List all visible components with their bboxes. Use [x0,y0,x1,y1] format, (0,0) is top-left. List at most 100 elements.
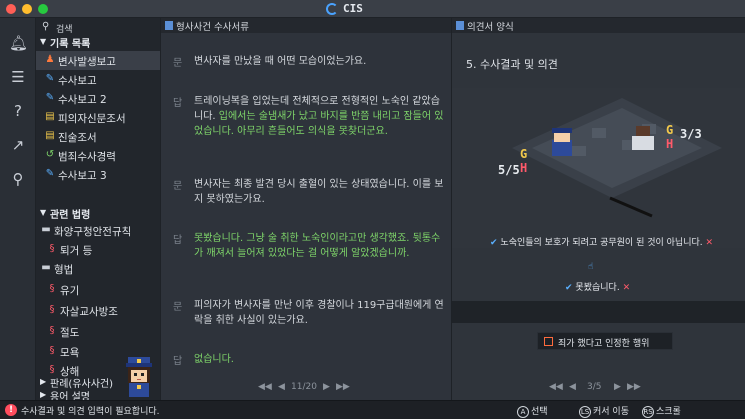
qa-text: 변사자는 최종 발견 당시 출혈이 있는 상태였습니다. 이를 보지 못하였는가… [194,179,444,205]
folder-icon: ▬ [41,262,51,273]
help-icon[interactable]: ? [9,102,27,120]
document-icon: ▤ [45,111,55,122]
hand-cursor-icon: ☝ [588,262,594,272]
stick-key-icon: LS [579,405,591,418]
search-icon: ⚲ [42,21,50,32]
nav-item-law[interactable]: § 유기 [36,280,160,299]
nav-item-record[interactable]: ▤ 진술조서 [36,127,160,146]
title-bar: CIS [0,0,745,18]
status-message: 수사결과 및 의견 입력이 필요합니다. [21,407,160,417]
nav-item-record[interactable]: ♟ 변사발생보고 [36,51,160,70]
prev-page-button[interactable]: ◀ [278,382,285,392]
option-label: 노숙인들의 보호가 되려고 공무원이 된 것이 아닙니다. [500,238,703,248]
button-key-icon: A [517,405,529,418]
search-person-icon[interactable]: ⚲ [9,170,27,188]
check-icon: ✔ [565,283,573,293]
section-title: 5. 수사결과 및 의견 [466,58,558,71]
check-icon: ✔ [490,238,498,248]
nav-item-label: 자살교사방조 [60,306,118,318]
nav-item-label: 수사보고 3 [58,170,107,182]
qa-text: 못봤습니다. 그냥 술 취한 노숙인이라고만 생각했죠. 뒷통수가 깨져서 늘어… [194,233,441,259]
first-page-button[interactable]: ◀◀ [258,382,272,392]
nav-item-law[interactable]: ▬ 화양구청안전규칙 [36,221,160,240]
minimize-window-button[interactable] [22,4,32,14]
opinion-option[interactable]: ✔ 못봤습니다. ✕ [565,280,630,293]
chevron-down-icon: ▼ [40,208,47,217]
panel-header: 형사사건 수사서류 [161,18,451,33]
search-field[interactable]: ⚲ 검색 [40,21,156,35]
option-label: 못봤습니다. [575,283,620,293]
nav-item-label: 절도 [60,327,80,339]
qa-mark: 문 [173,181,183,192]
app-logo-icon [326,3,338,15]
qa-mark: 답 [173,235,183,246]
warning-icon: ! [5,404,17,416]
document-icon: ▤ [45,130,55,141]
investigation-document-panel: 형사사건 수사서류 문 변사자를 만났을 때 어떤 모습이었는가요. 답 트레이… [160,18,451,400]
close-window-button[interactable] [6,4,16,14]
history-icon: ↺ [45,149,55,160]
qa-mark: 문 [173,58,183,69]
section-icon: § [49,243,55,254]
qa-mark: 답 [173,98,183,109]
svg-text:G: G [520,147,527,161]
page-indicator: 11/20 [291,382,317,392]
nav-item-record[interactable]: ▤ 피의자신문조서 [36,108,160,127]
chevron-right-icon: ▶ [40,390,47,399]
stick-key-icon: RS [642,405,654,418]
nav-item-record[interactable]: ↺ 범죄수사경력 [36,146,160,165]
section-laws[interactable]: ▼ 관련 법령 [36,206,160,221]
last-page-button[interactable]: ▶▶ [627,382,641,392]
last-page-button[interactable]: ▶▶ [336,382,350,392]
maximize-window-button[interactable] [38,4,48,14]
section-icon: § [49,345,55,356]
nav-item-label: 진술조서 [58,132,97,144]
prev-page-button[interactable]: ◀ [569,382,576,392]
pen-icon: ✎ [45,73,55,84]
section-icon: § [49,325,55,336]
next-page-button[interactable]: ▶ [323,382,330,392]
qa-mark: 답 [173,356,183,367]
nav-item-law[interactable]: § 자살교사방조 [36,301,160,320]
panel-title: 형사사건 수사서류 [176,22,249,33]
document-icon [456,21,464,30]
result-label: 죄가 했다고 인정한 행위 [558,339,650,349]
svg-text:H: H [666,137,673,151]
detective-avatar [126,357,152,397]
nav-item-record[interactable]: ✎ 수사보고 [36,70,160,89]
result-field[interactable]: 죄가 했다고 인정한 행위 [537,332,673,350]
input-bar[interactable] [452,301,745,323]
nav-item-law[interactable]: § 퇴거 등 [36,240,160,259]
pen-icon: ✎ [45,92,55,103]
nav-item-label: 변사발생보고 [58,56,116,68]
form-pager: ◀◀ ◀ 3/5 ▶ ▶▶ [549,382,649,394]
bell-icon[interactable]: 🔔︎ [9,34,28,52]
nav-item-label: 모욕 [60,347,80,359]
nav-item-label: 퇴거 등 [60,245,93,257]
section-records[interactable]: ▼ 기록 목록 [36,35,160,50]
remove-icon[interactable]: ✕ [705,238,713,248]
remove-icon[interactable]: ✕ [623,283,631,293]
chart-icon[interactable]: ↗ [9,136,27,154]
first-page-button[interactable]: ◀◀ [549,382,563,392]
nav-item-record[interactable]: ✎ 수사보고 2 [36,89,160,108]
panel-title: 의견서 양식 [467,22,514,33]
section-laws-label: 관련 법령 [50,210,91,221]
qa-text: 피의자가 변사자를 만난 이후 경찰이나 119구급대원에게 연락을 취한 사실… [194,300,444,326]
chevron-down-icon: ▼ [40,37,47,46]
next-page-button[interactable]: ▶ [614,382,621,392]
folder-icon: ▬ [41,224,51,235]
panel-header: 의견서 양식 [452,18,745,33]
qa-text: 트레이닝복을 입었는데 전체적으로 전형적인 노숙인 같았습니다. 입에서는 술… [194,96,444,137]
nav-item-record[interactable]: ✎ 수사보고 3 [36,165,160,184]
pen-icon: ✎ [45,168,55,179]
svg-text:3/3: 3/3 [680,127,702,141]
nav-item-law[interactable]: ▬ 형법 [36,259,160,278]
nav-item-law[interactable]: § 절도 [36,322,160,341]
svg-text:H: H [520,161,527,175]
status-bar: ! 수사결과 및 의견 입력이 필요합니다. A 선택 LS 커서 이동 RS 스크롤 [0,400,745,419]
document-pager: ◀◀ ◀ 11/20 ▶ ▶▶ [258,382,358,394]
sliders-icon[interactable]: ☰ [9,68,27,86]
chevron-right-icon: ▶ [40,377,47,386]
opinion-option[interactable]: ✔ 노숙인들의 보호가 되려고 공무원이 된 것이 아닙니다. ✕ [490,235,713,248]
